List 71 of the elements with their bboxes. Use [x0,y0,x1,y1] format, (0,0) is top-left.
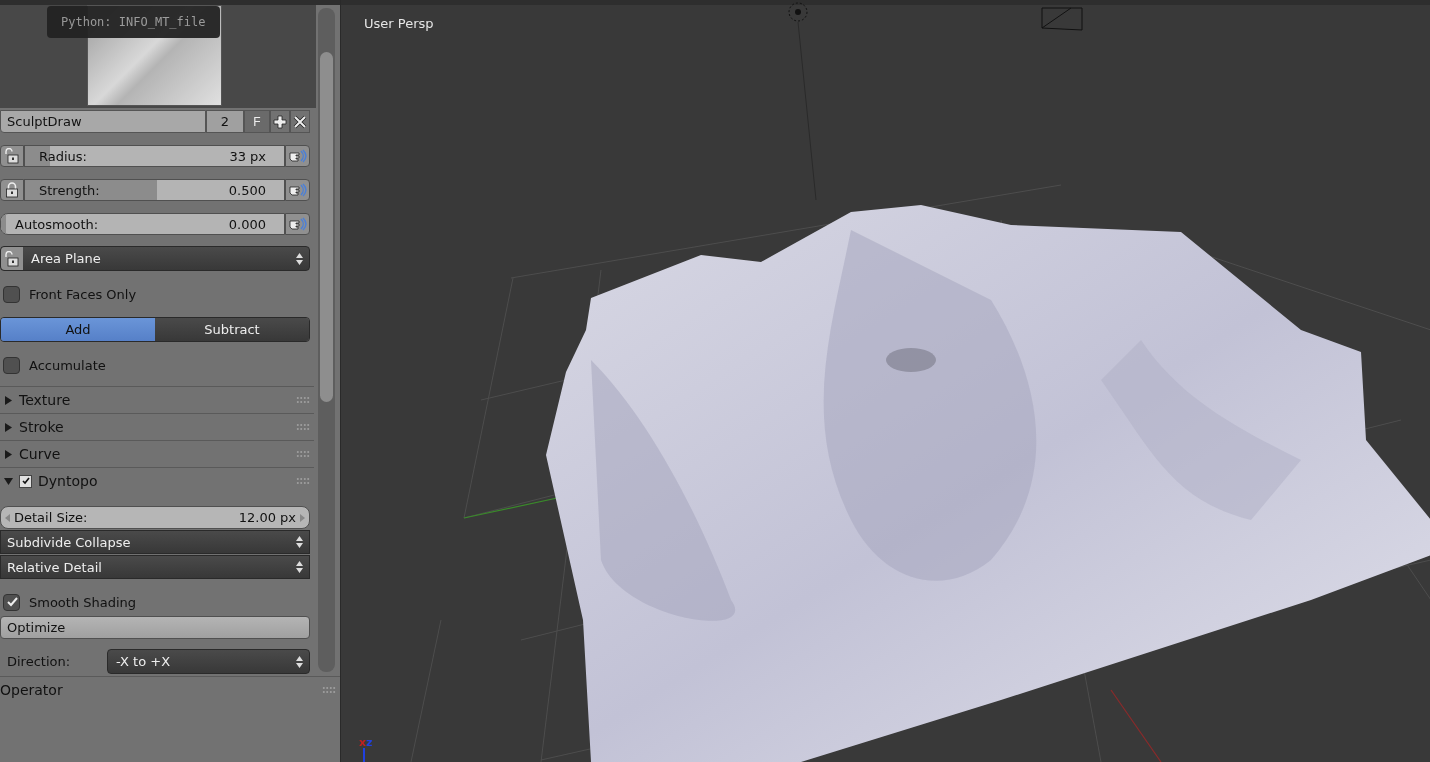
drag-grip-icon[interactable] [296,477,310,485]
slider-value: 0.500 [228,182,266,198]
up-down-arrows-icon [296,536,303,548]
slider[interactable]: Autosmooth: 0.000 [0,213,285,235]
detail-mode-dropdown[interactable]: Relative Detail [0,555,310,579]
method-dropdown[interactable]: Subdivide Collapse [0,530,310,554]
toggle-button[interactable]: Add [1,318,155,341]
lock-toggle[interactable] [0,179,24,201]
checkbox[interactable] [19,474,32,488]
unlocked-padlock-icon[interactable] [5,250,19,267]
panel-title: Texture [19,392,72,408]
drag-grip-icon[interactable] [322,686,336,694]
scrollbar-thumb[interactable] [320,52,333,402]
slider-value: 33 px [229,148,266,164]
slider-label: Radius: [39,148,87,164]
brush-name-field[interactable]: SculptDraw [0,110,206,133]
pressure-toggle[interactable] [285,213,310,235]
lock-toggle[interactable] [0,145,24,167]
checkbox-label: Accumulate [29,357,106,373]
unlocked-padlock-icon[interactable] [5,148,19,164]
drag-grip-icon[interactable] [296,450,310,458]
checkbox-label: Smooth Shading [29,594,137,610]
left-arrow-icon [5,513,10,522]
checkbox[interactable] [3,356,20,374]
plane-dropdown[interactable]: Area Plane [0,246,310,271]
toggle-button[interactable]: Subtract [155,318,309,341]
pointing-hand-icon [288,217,307,231]
panel-header[interactable]: Dyntopo [0,467,314,494]
drag-grip-icon[interactable] [296,423,310,431]
direction-label: Direction: [6,654,72,669]
axis-label: x [359,736,367,749]
direction-dropdown[interactable]: -X to +X [107,649,310,674]
panel-title: Curve [19,446,62,462]
up-down-arrows-icon [296,561,303,573]
axis-label: z [366,736,373,749]
panel-title: Operator [0,682,64,698]
pressure-toggle[interactable] [285,179,310,201]
up-down-arrows-icon [296,655,303,668]
pointing-hand-icon [288,183,307,197]
z-axis-gizmo-line [363,747,365,762]
checkbox[interactable] [3,593,20,611]
close-icon [293,114,307,129]
slider[interactable]: Radius: 33 px [24,145,285,167]
checkbox[interactable] [3,285,20,303]
right-arrow-icon [300,513,305,522]
tooltip: Python: INFO_MT_file [47,6,220,38]
detail-size-field[interactable]: Detail Size: 12.00 px [0,506,310,529]
panel-title: Dyntopo [38,473,99,489]
slider[interactable]: Strength: 0.500 [24,179,285,201]
drag-grip-icon[interactable] [296,396,310,404]
panel-header[interactable]: Curve [0,440,314,467]
slider-label: Strength: [39,182,100,198]
panel-header[interactable]: Texture [0,386,314,413]
up-down-arrows-icon [296,252,303,265]
unlink-brush-button[interactable] [290,110,310,133]
add-brush-button[interactable] [270,110,290,133]
camera-drawing [1041,7,1083,31]
slider-value: 0.000 [228,216,266,232]
panel-title: Stroke [19,419,65,435]
user-count[interactable]: 2 [206,110,244,133]
pressure-toggle[interactable] [285,145,310,167]
pointing-hand-icon [288,149,307,163]
view-label: User Persp [364,16,434,31]
locked-padlock-icon[interactable] [5,182,19,198]
checkbox-label: Front Faces Only [29,286,137,302]
panel-header[interactable]: Operator [0,676,340,703]
optimize-button[interactable]: Optimize [0,616,310,639]
slider-label: Autosmooth: [15,216,99,232]
fake-user-button[interactable]: F [244,110,270,133]
plus-icon [273,114,287,129]
panel-header[interactable]: Stroke [0,413,314,440]
